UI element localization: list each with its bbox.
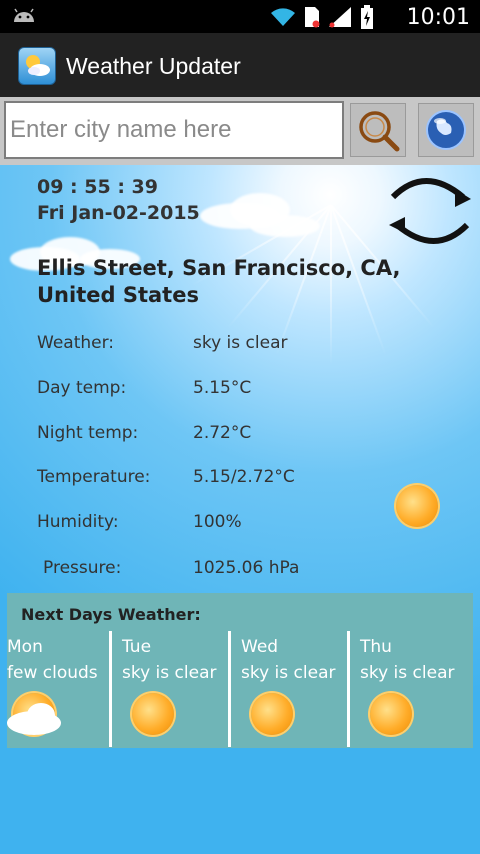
- humidity-label: Humidity:: [37, 512, 119, 532]
- current-time: 09 : 55 : 39: [37, 176, 158, 198]
- refresh-button[interactable]: [385, 167, 475, 253]
- pressure-value: 1025.06 hPa: [193, 558, 300, 578]
- android-icon: [14, 8, 34, 22]
- night-temp-label: Night temp:: [37, 423, 139, 443]
- refresh-arrows-icon: [389, 178, 471, 244]
- sun-icon: [370, 693, 412, 735]
- forecast-day-desc: sky is clear: [122, 663, 217, 683]
- forecast-day-name: Thu: [360, 637, 392, 657]
- weather-app-icon: [18, 47, 56, 85]
- forecast-day-desc: sky is clear: [241, 663, 336, 683]
- forecast-day-name: Mon: [7, 637, 43, 657]
- forecast-divider: [347, 631, 350, 747]
- action-bar: Weather Updater: [0, 33, 480, 97]
- status-time: 10:01: [406, 5, 470, 30]
- signal-icon: [329, 7, 351, 28]
- forecast-day-tue: Tue sky is clear: [122, 631, 232, 747]
- temperature-label: Temperature:: [37, 467, 151, 487]
- forecast-day-desc: few clouds: [7, 663, 98, 683]
- forecast-day-name: Wed: [241, 637, 279, 657]
- sun-icon: [396, 485, 438, 527]
- sim-icon: [305, 7, 320, 28]
- globe-icon: [426, 110, 466, 150]
- sun-icon: [251, 693, 293, 735]
- sun-icon: [132, 693, 174, 735]
- day-temp-label: Day temp:: [37, 378, 127, 398]
- city-search-input[interactable]: [4, 101, 344, 159]
- forecast-day-mon: Mon few clouds: [7, 631, 107, 747]
- location-label: Ellis Street, San Francisco, CA, United …: [37, 256, 401, 307]
- battery-icon: [361, 5, 373, 29]
- locate-button[interactable]: [418, 103, 474, 157]
- search-magnifier-icon: [359, 111, 400, 152]
- temperature-value: 5.15/2.72°C: [193, 467, 295, 487]
- app-title: Weather Updater: [66, 53, 241, 79]
- weather-value: sky is clear: [193, 333, 288, 353]
- forecast-day-thu: Thu sky is clear: [360, 631, 470, 747]
- forecast-title: Next Days Weather:: [21, 605, 201, 624]
- search-bar: [0, 97, 480, 165]
- weather-label: Weather:: [37, 333, 115, 353]
- forecast-day-desc: sky is clear: [360, 663, 455, 683]
- wifi-icon: [271, 8, 295, 26]
- day-temp-value: 5.15°C: [193, 378, 252, 398]
- pressure-label: Pressure:: [43, 558, 122, 578]
- sun-cloud-icon: [7, 693, 61, 735]
- forecast-day-wed: Wed sky is clear: [241, 631, 351, 747]
- humidity-value: 100%: [193, 512, 242, 532]
- status-bar: 10:01: [0, 0, 480, 33]
- forecast-divider: [109, 631, 112, 747]
- forecast-day-name: Tue: [122, 637, 152, 657]
- current-weather-panel: 09 : 55 : 39 Fri Jan-02-2015 Ellis Stree…: [0, 165, 480, 854]
- forecast-panel: Next Days Weather: Mon few clouds Tue sk…: [7, 593, 473, 748]
- current-date: Fri Jan-02-2015: [37, 202, 200, 224]
- search-button[interactable]: [350, 103, 406, 157]
- night-temp-value: 2.72°C: [193, 423, 252, 443]
- forecast-divider: [228, 631, 231, 747]
